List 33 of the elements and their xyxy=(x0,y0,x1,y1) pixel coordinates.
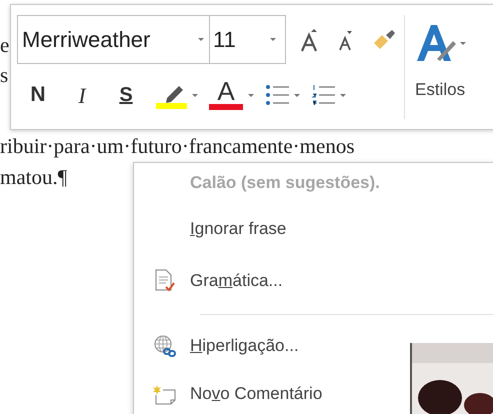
document-text: s xyxy=(0,62,8,88)
dropdown-caret-icon xyxy=(459,40,467,46)
format-painter-icon[interactable] xyxy=(372,28,396,50)
globe-link-icon xyxy=(153,334,177,358)
document-check-icon xyxy=(154,269,176,293)
menu-item[interactable]: Hiperligação... xyxy=(140,322,493,370)
document-text: e xyxy=(0,32,10,58)
font-name-dropdown[interactable]: Merriweather xyxy=(17,15,210,64)
dropdown-caret-icon xyxy=(247,92,255,98)
font-size-value: 11 xyxy=(213,26,236,54)
dropdown-caret-icon xyxy=(339,92,347,98)
shrink-font-icon[interactable] xyxy=(338,28,354,50)
font-name-value: Merriweather xyxy=(22,26,150,54)
bullet-list-icon[interactable] xyxy=(265,84,289,106)
menu-item[interactable]: Ignorar frase xyxy=(140,203,493,255)
dropdown-caret-icon xyxy=(269,37,277,42)
grow-font-icon[interactable] xyxy=(300,26,320,52)
menu-item[interactable]: Gramática... xyxy=(140,255,493,307)
dropdown-caret-icon xyxy=(191,92,199,98)
italic-button[interactable]: I xyxy=(65,79,99,111)
styles-icon[interactable] xyxy=(415,23,457,63)
font-color-button[interactable]: A xyxy=(209,78,243,112)
bold-button[interactable]: N xyxy=(21,79,55,111)
underline-button[interactable]: S xyxy=(109,79,143,111)
styles-label[interactable]: Estilos xyxy=(415,77,466,102)
numbered-list-icon[interactable] xyxy=(311,84,335,106)
document-text: matou.¶ xyxy=(0,164,68,190)
suggestion-header: Calão (sem sugestões). xyxy=(190,172,381,194)
document-text: ribuir·para·um·futuro·francamente·menos xyxy=(0,133,354,159)
dropdown-caret-icon xyxy=(293,92,301,98)
menu-item[interactable]: Novo Comentário xyxy=(140,370,493,414)
font-size-dropdown[interactable]: 11 xyxy=(210,15,286,64)
dropdown-caret-icon xyxy=(197,37,205,42)
